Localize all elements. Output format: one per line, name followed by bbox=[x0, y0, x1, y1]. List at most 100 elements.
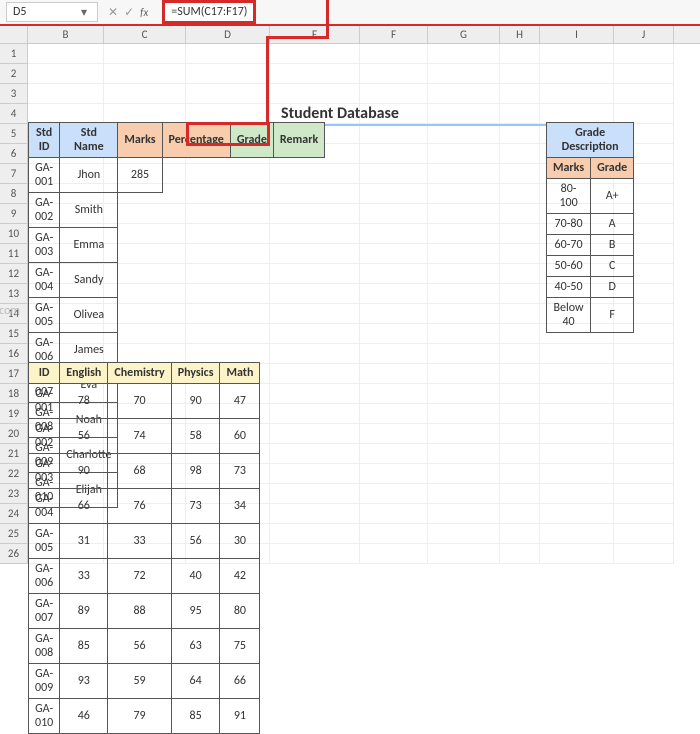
cell[interactable] bbox=[360, 244, 428, 264]
cell[interactable] bbox=[428, 484, 500, 504]
cell[interactable] bbox=[500, 144, 540, 164]
cell-std-name[interactable]: Jhon bbox=[60, 158, 118, 193]
cell-chem[interactable]: 56 bbox=[108, 629, 171, 664]
row-header[interactable]: 8 bbox=[0, 184, 28, 204]
cell-math[interactable]: 66 bbox=[220, 664, 260, 699]
row-header[interactable]: 1 bbox=[0, 44, 28, 64]
cell-chem[interactable]: 76 bbox=[108, 489, 171, 524]
cell[interactable] bbox=[540, 384, 614, 404]
cell[interactable] bbox=[540, 64, 614, 84]
cell-range[interactable]: 40-50 bbox=[547, 277, 591, 298]
cell[interactable] bbox=[428, 244, 500, 264]
row-header[interactable]: 20 bbox=[0, 424, 28, 444]
cell-std-id[interactable]: GA-005 bbox=[29, 298, 60, 333]
cell[interactable] bbox=[540, 424, 614, 444]
cell[interactable] bbox=[360, 204, 428, 224]
cell[interactable] bbox=[360, 144, 428, 164]
cell-id[interactable]: GA-001 bbox=[29, 384, 60, 419]
cell[interactable] bbox=[500, 304, 540, 324]
cell[interactable] bbox=[428, 64, 500, 84]
cell[interactable] bbox=[614, 404, 674, 424]
cell[interactable] bbox=[428, 284, 500, 304]
row-header[interactable]: 23 bbox=[0, 484, 28, 504]
col-header-F[interactable]: F bbox=[360, 26, 428, 43]
row-header[interactable]: 6 bbox=[0, 144, 28, 164]
cell[interactable] bbox=[360, 504, 428, 524]
cell-std-id[interactable]: GA-001 bbox=[29, 158, 60, 193]
cell-eng[interactable]: 90 bbox=[60, 454, 108, 489]
cell[interactable] bbox=[540, 524, 614, 544]
cell[interactable] bbox=[500, 324, 540, 344]
cell[interactable] bbox=[614, 44, 674, 64]
cell[interactable] bbox=[428, 384, 500, 404]
cell[interactable] bbox=[186, 64, 270, 84]
cell[interactable] bbox=[500, 504, 540, 524]
cell-phy[interactable]: 90 bbox=[171, 384, 220, 419]
cell[interactable] bbox=[500, 184, 540, 204]
cell-eng[interactable]: 78 bbox=[60, 384, 108, 419]
cell[interactable] bbox=[500, 44, 540, 64]
row-header[interactable]: 10 bbox=[0, 224, 28, 244]
cell-std-name[interactable]: Olivea bbox=[60, 298, 118, 333]
cell-grade[interactable]: B bbox=[591, 235, 634, 256]
cell[interactable] bbox=[500, 464, 540, 484]
cell-phy[interactable]: 98 bbox=[171, 454, 220, 489]
cell-eng[interactable]: 33 bbox=[60, 559, 108, 594]
cell[interactable] bbox=[360, 124, 428, 144]
row-header[interactable]: 7 bbox=[0, 164, 28, 184]
cell-id[interactable]: GA-006 bbox=[29, 559, 60, 594]
cell[interactable] bbox=[540, 344, 614, 364]
row-header[interactable]: 15 bbox=[0, 324, 28, 344]
cell[interactable] bbox=[360, 224, 428, 244]
row-header[interactable]: 12 bbox=[0, 264, 28, 284]
cell-phy[interactable]: 40 bbox=[171, 559, 220, 594]
cell[interactable] bbox=[428, 204, 500, 224]
cell[interactable] bbox=[28, 104, 104, 124]
cell[interactable] bbox=[540, 444, 614, 464]
cell[interactable] bbox=[360, 404, 428, 424]
cell[interactable] bbox=[614, 104, 674, 124]
cell[interactable] bbox=[360, 344, 428, 364]
cell[interactable] bbox=[500, 84, 540, 104]
cell[interactable] bbox=[540, 404, 614, 424]
row-header[interactable]: 25 bbox=[0, 524, 28, 544]
col-header-D[interactable]: D bbox=[186, 26, 270, 43]
row-header[interactable]: 16 bbox=[0, 344, 28, 364]
cell[interactable] bbox=[28, 44, 104, 64]
cell-phy[interactable]: 64 bbox=[171, 664, 220, 699]
cell-grade[interactable]: A+ bbox=[591, 179, 634, 214]
select-all-corner[interactable] bbox=[0, 26, 28, 43]
name-box[interactable]: D5 ▾ bbox=[6, 2, 98, 22]
cell-eng[interactable]: 56 bbox=[60, 419, 108, 454]
cell-math[interactable]: 91 bbox=[220, 699, 260, 734]
cell[interactable] bbox=[500, 484, 540, 504]
row-header[interactable]: 5 bbox=[0, 124, 28, 144]
cell-std-name[interactable]: Smith bbox=[60, 193, 118, 228]
cell[interactable] bbox=[270, 84, 360, 104]
cell[interactable] bbox=[360, 304, 428, 324]
cell-marks[interactable]: 285 bbox=[118, 158, 162, 193]
cell[interactable] bbox=[540, 504, 614, 524]
cell[interactable] bbox=[428, 164, 500, 184]
cell[interactable] bbox=[500, 204, 540, 224]
col-header-E[interactable]: E bbox=[270, 26, 360, 43]
cell[interactable] bbox=[614, 544, 674, 564]
cell-phy[interactable]: 73 bbox=[171, 489, 220, 524]
cell[interactable] bbox=[614, 424, 674, 444]
chevron-down-icon[interactable]: ▾ bbox=[77, 5, 91, 20]
cell-std-id[interactable]: GA-004 bbox=[29, 263, 60, 298]
cell-eng[interactable]: 85 bbox=[60, 629, 108, 664]
cell-grade[interactable]: A bbox=[591, 214, 634, 235]
col-header-G[interactable]: G bbox=[428, 26, 500, 43]
cell-id[interactable]: GA-005 bbox=[29, 524, 60, 559]
cell[interactable] bbox=[104, 44, 186, 64]
cell[interactable] bbox=[500, 524, 540, 544]
cell-phy[interactable]: 56 bbox=[171, 524, 220, 559]
cell[interactable] bbox=[28, 64, 104, 84]
cell[interactable] bbox=[360, 444, 428, 464]
row-header[interactable]: 17 bbox=[0, 364, 28, 384]
cell[interactable] bbox=[428, 144, 500, 164]
cell[interactable] bbox=[360, 324, 428, 344]
cell-phy[interactable]: 58 bbox=[171, 419, 220, 454]
cell-chem[interactable]: 72 bbox=[108, 559, 171, 594]
